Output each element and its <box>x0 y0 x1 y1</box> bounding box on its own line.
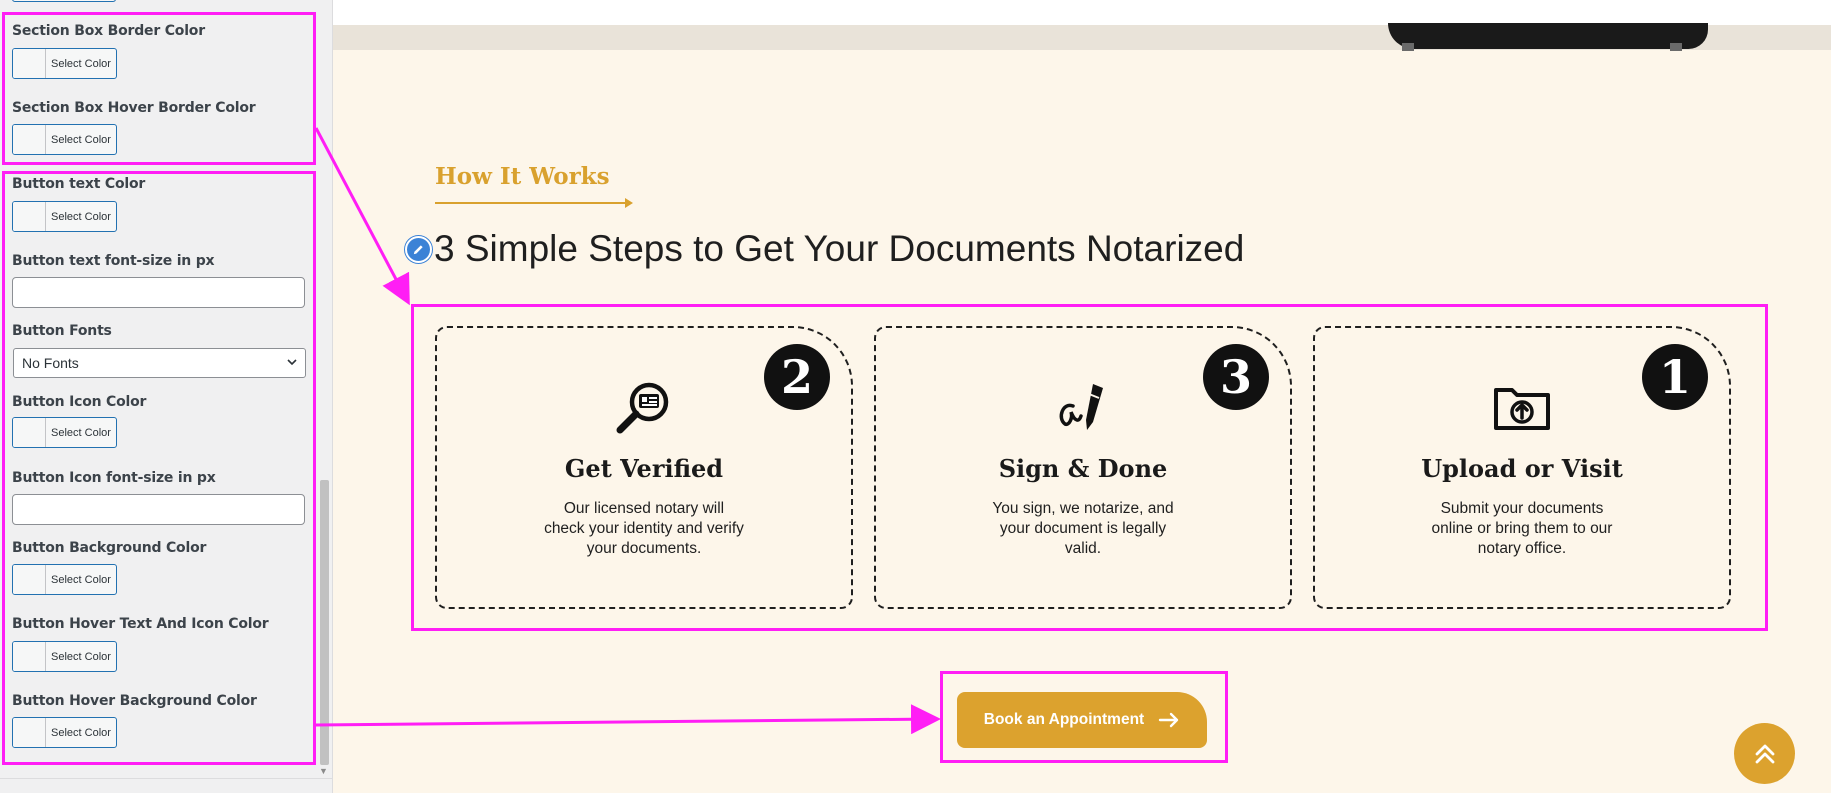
section-heading: 3 Simple Steps to Get Your Documents Not… <box>434 228 1245 269</box>
eyebrow-arrow-icon <box>625 198 633 208</box>
annotation-box-section-colors <box>2 12 316 165</box>
scroll-down-arrow-icon[interactable]: ▼ <box>319 766 328 776</box>
double-chevron-up-icon <box>1755 744 1774 763</box>
hero-section-bottom <box>333 0 1831 25</box>
hero-image-detail <box>1402 43 1414 51</box>
section-eyebrow: How It Works <box>435 163 610 190</box>
annotation-box-button-settings <box>2 171 316 765</box>
panel-footer <box>0 778 332 793</box>
annotation-box-cta <box>940 671 1228 763</box>
hero-image-detail <box>1670 43 1682 51</box>
hero-image-bottom <box>1388 23 1708 51</box>
scroll-to-top-button[interactable] <box>1734 723 1795 784</box>
eyebrow-underline <box>435 202 630 204</box>
panel-scrollbar-thumb[interactable] <box>320 480 329 765</box>
color-button-partial[interactable] <box>12 0 116 2</box>
annotation-box-steps <box>411 304 1768 631</box>
edit-pencil-icon[interactable] <box>405 236 432 263</box>
